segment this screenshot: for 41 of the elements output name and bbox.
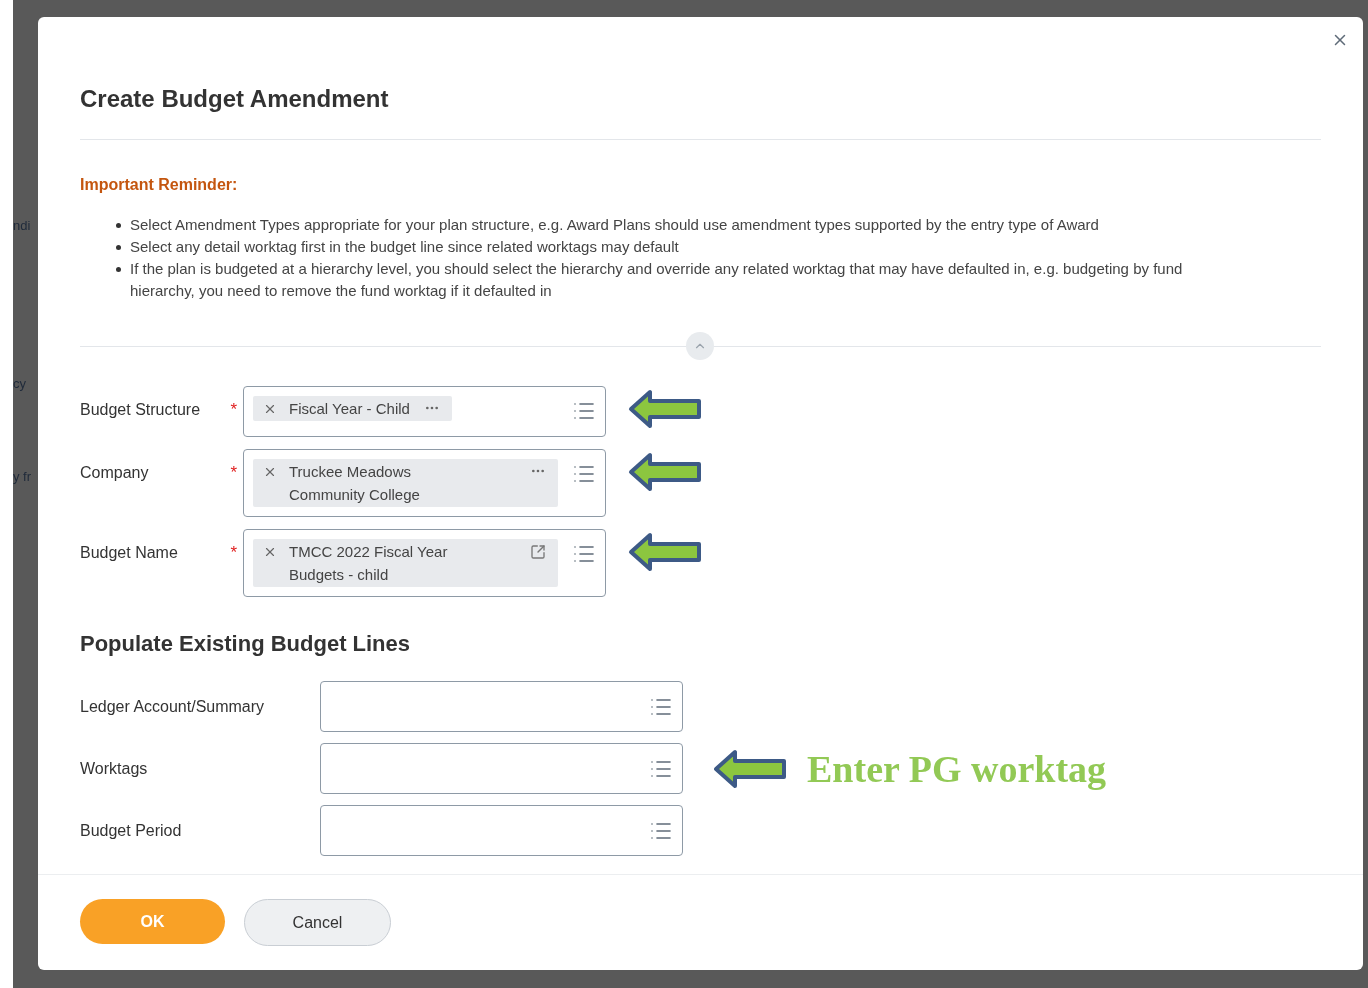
background-text: cy [13,375,27,393]
reminder-text: Select any detail worktag first in the budget line since related worktags may default [130,237,680,257]
prompt-field[interactable] [320,805,683,856]
annotation-text: Enter PG worktag [807,746,1107,791]
field-label: Budget Name [80,543,178,563]
bullet-icon [116,267,121,272]
cancel-button[interactable]: Cancel [244,899,391,946]
bullet-icon [116,223,121,228]
selected-item-chip[interactable]: Truckee Meadows Community College [253,459,558,507]
background-text: y fr [13,468,33,486]
reminder-heading: Important Reminder: [80,175,238,195]
reminder-text: If the plan is budgeted at a hierarchy level, you should select the hierarchy and override any related worktag that may have defaulted in, e.g. budgeting by fund hierarchy, you need to remove the fund worktag if it defaulted in [130,259,1184,301]
field-label: Budget Structure [80,400,201,420]
remove-icon[interactable] [263,545,277,559]
prompt-field[interactable] [320,681,683,732]
bullet-icon [116,245,121,250]
field-label: Budget Period [80,820,183,841]
reminder-text: Select Amendment Types appropriate for your plan structure, e.g. Award Plans should use amendment types supported by the entry type of Award [130,215,1100,235]
chip-text: Fiscal Year - Child [289,399,410,419]
required-marker: * [230,399,237,421]
required-marker: * [230,462,237,484]
field-label: Worktags [80,758,149,779]
prompt-field[interactable] [320,743,683,794]
external-link-icon[interactable] [530,544,546,560]
chip-text: TMCC 2022 Fiscal Year [289,542,449,562]
prompt-field[interactable]: Truckee Meadows Community College [243,449,606,517]
selected-item-chip[interactable]: TMCC 2022 Fiscal Year Budgets - child [253,539,558,587]
chip-text: Budgets - child [289,565,390,585]
chip-text: Community College [289,485,421,505]
field-label: Company [80,463,149,483]
chip-text: Truckee Meadows [289,462,412,482]
remove-icon[interactable] [263,402,277,416]
prompt-field[interactable]: TMCC 2022 Fiscal Year Budgets - child [243,529,606,597]
section-title: Populate Existing Budget Lines [80,630,411,658]
required-marker: * [230,542,237,564]
selected-item-chip[interactable]: Fiscal Year - Child [253,396,452,421]
prompt-field[interactable]: Fiscal Year - Child [243,386,606,437]
background-text: ndi [13,217,32,235]
dialog-title: Create Budget Amendment [80,84,390,114]
remove-icon[interactable] [263,465,277,479]
field-label: Ledger Account/Summary [80,696,266,717]
